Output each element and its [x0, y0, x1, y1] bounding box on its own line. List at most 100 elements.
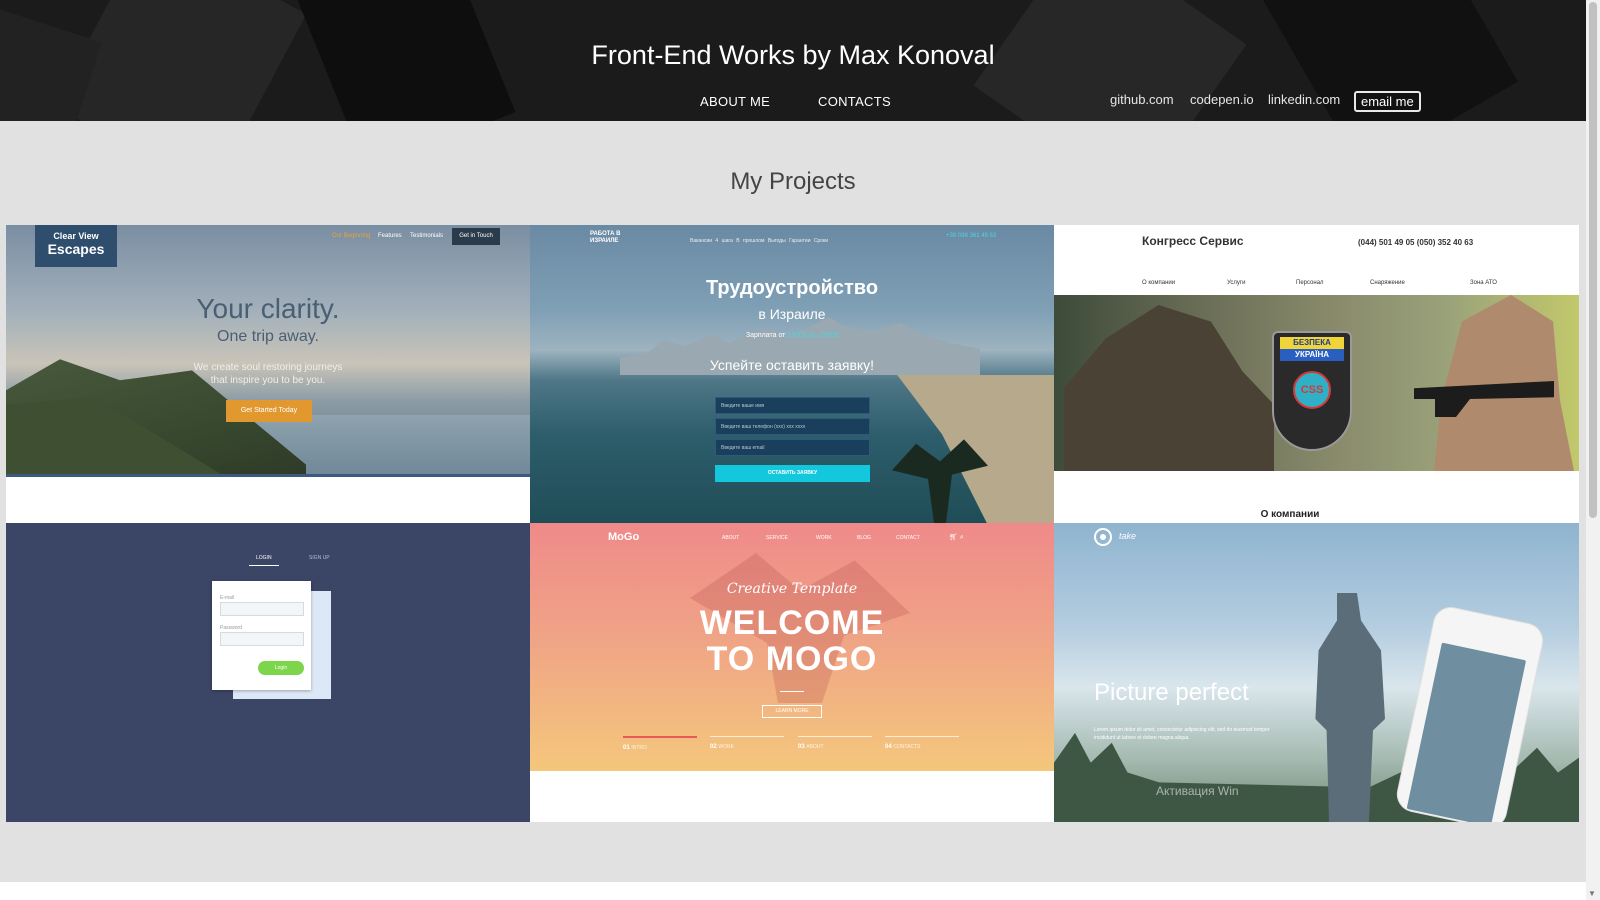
- project-card-clear-view-escapes[interactable]: Clear View Escapes Our Beginning Feature…: [6, 225, 530, 523]
- thumb-nav-item: CONTACT: [896, 535, 920, 541]
- thumb-text: We create soul restoring journeys that i…: [6, 361, 530, 387]
- logo-line: Escapes: [47, 241, 105, 257]
- thumb-nav-item: BLOG: [857, 535, 871, 541]
- thumb-email-field: [220, 602, 304, 616]
- step-label: WORK: [718, 744, 734, 750]
- cart-search-icon: 🛒︎ ⌕: [949, 534, 964, 541]
- thumb-password-field: [220, 632, 304, 646]
- thumb-tab-login: LOGIN: [249, 555, 279, 566]
- thumb-logo: take: [1119, 531, 1137, 541]
- thumb-learn-more: LEARN MORE: [762, 705, 822, 718]
- nav-contacts[interactable]: CONTACTS: [818, 94, 891, 109]
- project-card-take[interactable]: take Picture perfect Lorem ipsum dolor s…: [1054, 523, 1579, 822]
- phone-screen: [1406, 642, 1527, 822]
- thumb-tab-signup: SIGN UP: [309, 555, 330, 561]
- project-card-congress-service[interactable]: Конгресс Сервис (044) 501 49 05 (050) 35…: [1054, 225, 1579, 523]
- heading-line: WELCOME: [699, 604, 885, 642]
- thumb-logo: MoGo: [608, 531, 640, 543]
- email-me-button[interactable]: email me: [1354, 91, 1421, 112]
- thumb-menu-item: Our Beginning: [332, 233, 371, 239]
- thumb-step: 02 WORK: [710, 736, 784, 750]
- codepen-link[interactable]: codepen.io: [1190, 92, 1254, 107]
- thumb-menu: Вакансии 4 шага В прошлом Выгоды Гаранти…: [690, 238, 829, 244]
- thumb-header: Конгресс Сервис (044) 501 49 05 (050) 35…: [1054, 225, 1579, 295]
- thumb-script-title: Creative Template: [726, 581, 858, 597]
- thumb-menu-item: Testimonials: [410, 233, 444, 239]
- thumb-subheading: в Израиле: [758, 306, 826, 322]
- thumb-nav-item: WORK: [816, 535, 832, 541]
- github-link[interactable]: github.com: [1110, 92, 1174, 107]
- thumb-heading: Your clarity.: [196, 293, 340, 324]
- heading-line: TO MOGO: [706, 640, 878, 678]
- linkedin-link[interactable]: linkedin.com: [1268, 92, 1340, 107]
- step-label: ABOUT: [806, 744, 824, 750]
- thumb-input: Введите ваш email: [715, 439, 870, 456]
- thumb-input: Введите ваше имя: [715, 397, 870, 414]
- project-thumbnail: take Picture perfect Lorem ipsum dolor s…: [1054, 523, 1579, 822]
- step-num: 04: [885, 744, 892, 750]
- thumb-salary: Зарплата от 1500$ до 2500$: [530, 332, 1054, 339]
- thumb-title: Конгресс Сервис: [1142, 234, 1244, 248]
- thumb-menu-item: Зона АТО: [1470, 280, 1497, 286]
- thumb-phones: (044) 501 49 05 (050) 352 40 63: [1358, 238, 1474, 247]
- nav-about-me[interactable]: ABOUT ME: [700, 94, 770, 109]
- email-label: E-mail: [220, 595, 235, 601]
- project-thumbnail: Clear View Escapes Our Beginning Feature…: [6, 225, 530, 477]
- thumb-nav-item: SERVICE: [766, 535, 788, 541]
- project-thumbnail: РАБОТА В ИЗРАИЛЕ Вакансии 4 шага В прошл…: [530, 225, 1054, 523]
- thumb-subheading: One trip away.: [217, 328, 319, 345]
- thumb-menu-item: Услуги: [1227, 280, 1246, 286]
- logo-line: Clear View: [53, 231, 99, 241]
- thumb-menu-item: О компании: [1142, 280, 1176, 286]
- thumb-heading: WELCOME TO MOGO: [530, 605, 1054, 677]
- thumb-menu-button: Get in Touch: [452, 228, 500, 245]
- thumb-logo: РАБОТА В ИЗРАИЛЕ: [590, 231, 621, 244]
- step-num: 02: [710, 744, 717, 750]
- scroll-down-arrow-icon[interactable]: ▼: [1588, 889, 1596, 898]
- thumb-menu-item: Features: [378, 233, 402, 239]
- thumb-heading: Трудоустройство: [705, 277, 879, 299]
- thumb-text-line: We create soul restoring journeys: [193, 362, 343, 373]
- thumb-text: Lorem ipsum dolor sit amet, consectetur …: [1094, 727, 1270, 741]
- project-thumbnail: MoGo ABOUT SERVICE WORK BLOG CONTACT 🛒︎ …: [530, 523, 1054, 771]
- project-thumbnail: БЕЗПЕКА УКРАЇНА CSS: [1054, 295, 1579, 471]
- thumb-text-line: that inspire you to be you.: [210, 375, 326, 386]
- thumb-nav-item: ABOUT: [722, 535, 740, 541]
- scrollbar-thumb[interactable]: [1589, 2, 1597, 518]
- thumb-cta: Get Started Today: [226, 400, 312, 422]
- thumb-phone: +38 098 361 49 63: [946, 233, 997, 239]
- salary-prefix: Зарплата от: [745, 332, 786, 339]
- thumb-heading: Picture perfect: [1094, 679, 1249, 706]
- login-form-panel: E-mail Password Login: [212, 581, 311, 690]
- thumb-menu-item: Персонал: [1296, 280, 1324, 286]
- step-label: INTRO: [631, 745, 647, 751]
- shield-mid-text: УКРАЇНА: [1280, 349, 1344, 361]
- step-num: 03: [798, 744, 805, 750]
- thumb-step: 03 ABOUT: [798, 736, 872, 750]
- shield-emblem-icon: БЕЗПЕКА УКРАЇНА CSS: [1272, 331, 1352, 451]
- project-card-mogo[interactable]: MoGo ABOUT SERVICE WORK BLOG CONTACT 🛒︎ …: [530, 523, 1054, 822]
- salary-value: 1500$ до 2500$: [787, 332, 839, 339]
- shield-top-text: БЕЗПЕКА: [1280, 337, 1344, 349]
- project-card-work-in-israel[interactable]: РАБОТА В ИЗРАИЛЕ Вакансии 4 шага В прошл…: [530, 225, 1054, 523]
- thumb-about-heading: О компании: [1260, 509, 1320, 520]
- projects-grid: Clear View Escapes Our Beginning Feature…: [6, 225, 1579, 822]
- take-logo-icon: [1094, 528, 1112, 546]
- project-card-login-form[interactable]: LOGIN SIGN UP E-mail Password Login: [6, 523, 530, 822]
- page-footer: [0, 882, 1586, 900]
- project-logo: Clear View Escapes: [35, 225, 117, 267]
- step-num: 01: [623, 745, 630, 751]
- step-label: CONTACTS: [893, 744, 921, 750]
- thumb-login-button: Login: [258, 661, 304, 675]
- password-label: Password: [220, 625, 242, 631]
- vertical-scrollbar[interactable]: ▼: [1586, 0, 1600, 900]
- thumb-submit: ОСТАВИТЬ ЗАЯВКУ: [715, 465, 870, 482]
- windows-activation-watermark: Активация Win: [1156, 784, 1239, 798]
- divider: [780, 691, 804, 692]
- thumb-step: 04 CONTACTS: [885, 736, 959, 750]
- person-shape: [1064, 305, 1274, 471]
- thumbnail-strip: [6, 474, 530, 477]
- thumb-step: 01 INTRO: [623, 736, 697, 751]
- thumb-menu-item: Снаряжение: [1370, 280, 1405, 286]
- site-title: Front-End Works by Max Konoval: [591, 40, 995, 70]
